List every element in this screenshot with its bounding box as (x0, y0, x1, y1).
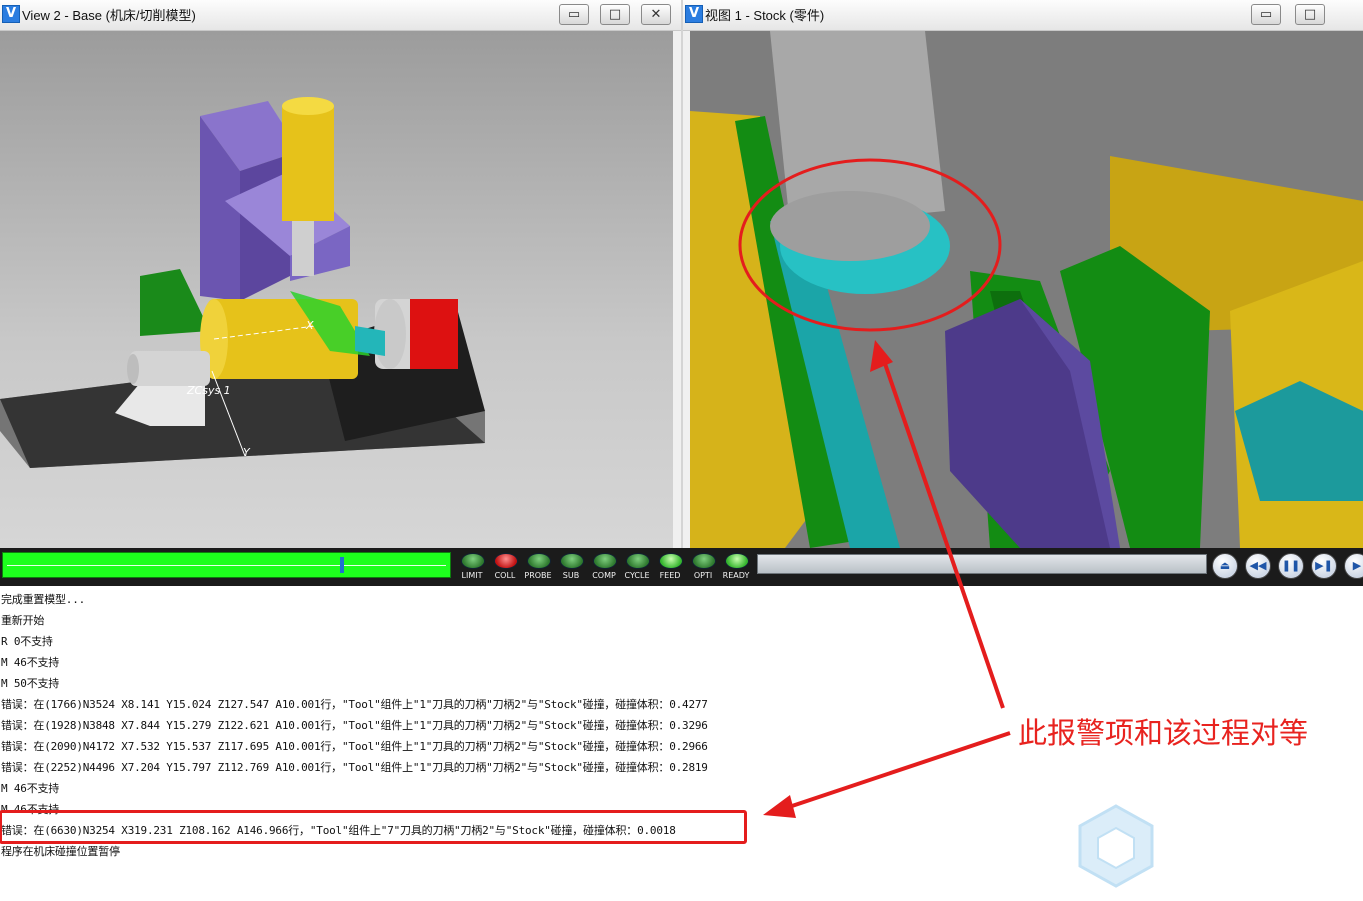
annotation-overlay (738, 158, 1154, 888)
arrow-to-circle (880, 354, 1005, 709)
watermark-cube-icon (1078, 804, 1154, 888)
arrow-to-log (779, 731, 1011, 812)
collision-circle (738, 158, 1002, 332)
